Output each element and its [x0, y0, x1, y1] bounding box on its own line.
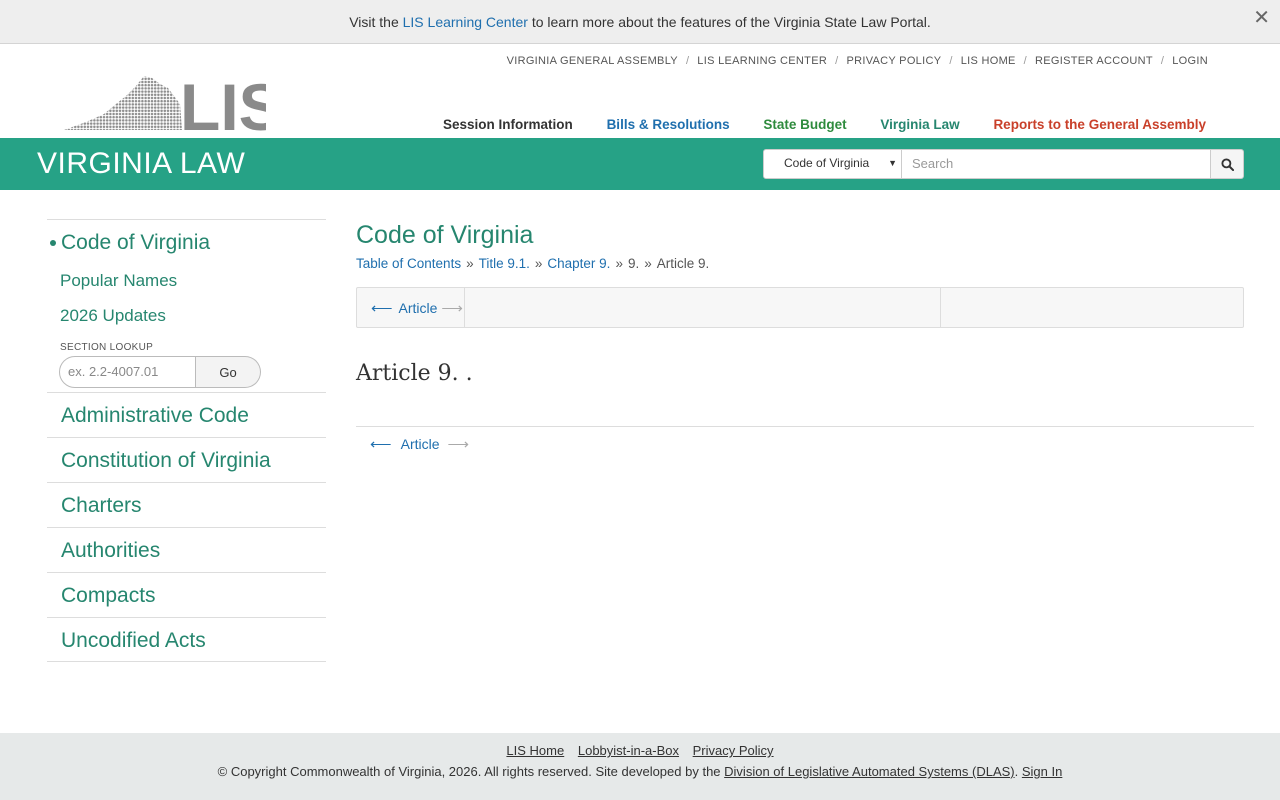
sidebar-item-charters[interactable]: Charters: [47, 482, 326, 527]
article-nav-box: ⟵ Article ⟶: [356, 287, 1244, 328]
banner-suffix: to learn more about the features of the …: [531, 14, 931, 30]
search-icon: [1220, 157, 1234, 171]
info-banner: Visit the LIS Learning Center to learn m…: [0, 0, 1280, 44]
banner-prefix: Visit the: [349, 14, 399, 30]
page-title: Code of Virginia: [356, 221, 534, 249]
utility-link-privacy-policy[interactable]: PRIVACY POLICY: [846, 55, 941, 67]
utility-link-register[interactable]: REGISTER ACCOUNT: [1035, 55, 1153, 67]
banner-learning-center-link[interactable]: LIS Learning Center: [403, 14, 528, 30]
search-scope-value: Code of Virginia: [784, 156, 870, 170]
footer-link-privacy[interactable]: Privacy Policy: [693, 743, 774, 758]
breadcrumb-table-of-contents[interactable]: Table of Contents: [356, 256, 461, 271]
separator: »: [644, 256, 652, 271]
arrow-left-icon[interactable]: ⟵: [371, 299, 393, 317]
separator: »: [615, 256, 623, 271]
article-nav-empty-cell: [465, 288, 941, 327]
active-bullet-icon: [50, 240, 56, 246]
sidebar: Code of Virginia Popular Names 2026 Upda…: [47, 219, 326, 662]
sidebar-item-uncodified-acts[interactable]: Uncodified Acts: [47, 617, 326, 662]
close-icon[interactable]: ✕: [1253, 0, 1270, 36]
sidebar-item-constitution[interactable]: Constitution of Virginia: [47, 437, 326, 482]
separator: /: [1160, 55, 1165, 67]
virginia-map-logo-icon: LIS: [64, 70, 283, 144]
breadcrumb-part: 9.: [627, 256, 640, 271]
nav-virginia-law[interactable]: Virginia Law: [880, 117, 959, 132]
separator: /: [949, 55, 953, 67]
article-bottom-nav: ⟵ Article ⟶: [356, 426, 1254, 453]
arrow-right-icon: ⟶: [447, 436, 469, 453]
section-lookup-label: SECTION LOOKUP: [60, 342, 154, 353]
breadcrumb-current: Article 9.: [656, 256, 710, 271]
separator: /: [685, 55, 690, 67]
search-button[interactable]: [1211, 149, 1244, 179]
lis-logo[interactable]: LIS: [64, 70, 283, 144]
section-header-bar: VIRGINIA LAW Code of Virginia ▼ Search: [0, 138, 1280, 190]
separator: »: [466, 256, 474, 271]
svg-text:LIS: LIS: [180, 74, 266, 132]
separator: /: [835, 55, 839, 67]
nav-reports[interactable]: Reports to the General Assembly: [993, 117, 1206, 132]
search-scope-select[interactable]: Code of Virginia ▼: [763, 149, 902, 179]
breadcrumb: Table of Contents » Title 9.1. » Chapter 9. »…: [356, 256, 1254, 271]
nav-bills-resolutions[interactable]: Bills & Resolutions: [607, 117, 730, 132]
chevron-down-icon: ▼: [888, 158, 897, 168]
article-nav-label[interactable]: Article: [401, 436, 440, 452]
breadcrumb-chapter[interactable]: Chapter 9.: [547, 256, 610, 271]
article-nav-cell: ⟵ Article ⟶: [357, 288, 465, 327]
sidebar-item-label: Code of Virginia: [61, 231, 211, 254]
search-group: Code of Virginia ▼ Search: [763, 149, 1244, 179]
copyright-text: © Copyright Commonwealth of Virginia, 20…: [217, 764, 721, 779]
footer-link-dlas[interactable]: Division of Legislative Automated System…: [724, 764, 1014, 779]
footer: LIS Home Lobbyist-in-a-Box Privacy Polic…: [0, 733, 1280, 800]
footer-links: LIS Home Lobbyist-in-a-Box Privacy Polic…: [0, 743, 1280, 758]
footer-link-lobbyist[interactable]: Lobbyist-in-a-Box: [578, 743, 679, 758]
section-lookup: ex. 2.2-4007.01 Go: [59, 356, 326, 388]
separator: »: [534, 256, 543, 271]
sidebar-item-authorities[interactable]: Authorities: [47, 527, 326, 572]
separator: /: [1023, 55, 1028, 67]
section-title: VIRGINIA LAW: [37, 147, 246, 180]
sidebar-item-2026-updates[interactable]: 2026 Updates: [47, 305, 326, 327]
main-nav: Session Information Bills & Resolutions …: [413, 117, 1206, 132]
utility-link-general-assembly[interactable]: VIRGINIA GENERAL ASSEMBLY: [507, 55, 678, 67]
arrow-left-icon[interactable]: ⟵: [370, 436, 392, 453]
nav-state-budget[interactable]: State Budget: [763, 117, 846, 132]
section-lookup-input[interactable]: ex. 2.2-4007.01: [59, 356, 196, 388]
arrow-right-icon: ⟶: [441, 299, 463, 317]
breadcrumb-title[interactable]: Title 9.1.: [479, 256, 530, 271]
main-content: Code of Virginia Table of Contents » Title…: [356, 219, 1254, 453]
sidebar-item-code-of-virginia[interactable]: Code of Virginia: [47, 230, 326, 256]
section-lookup-go-button[interactable]: Go: [196, 356, 261, 388]
footer-link-lis-home[interactable]: LIS Home: [506, 743, 564, 758]
footer-link-sign-in[interactable]: Sign In: [1022, 764, 1062, 779]
article-heading: Article 9. .: [356, 361, 473, 386]
utility-link-learning-center[interactable]: LIS LEARNING CENTER: [697, 55, 827, 67]
sidebar-top-section: Code of Virginia Popular Names 2026 Upda…: [47, 219, 326, 388]
utility-link-login[interactable]: LOGIN: [1172, 55, 1208, 67]
sidebar-item-administrative-code[interactable]: Administrative Code: [47, 392, 326, 437]
nav-session-information[interactable]: Session Information: [443, 117, 573, 132]
utility-link-lis-home[interactable]: LIS HOME: [961, 55, 1016, 67]
article-nav-label[interactable]: Article: [399, 300, 438, 316]
sidebar-item-compacts[interactable]: Compacts: [47, 572, 326, 617]
utility-nav: VIRGINIA GENERAL ASSEMBLY / LIS LEARNING C…: [507, 55, 1208, 67]
sidebar-item-popular-names[interactable]: Popular Names: [47, 270, 326, 292]
search-input[interactable]: Search: [902, 149, 1211, 179]
footer-copyright: © Copyright Commonwealth of Virginia, 20…: [217, 764, 1063, 779]
